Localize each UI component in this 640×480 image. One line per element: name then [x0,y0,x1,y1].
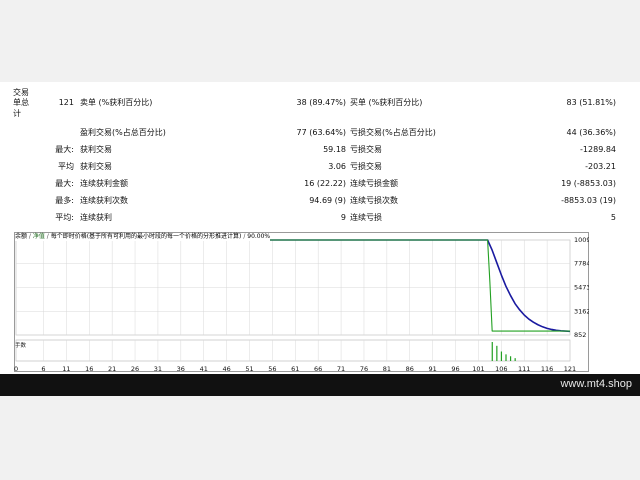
balance-equity-chart: 1009477845473316285206111621263136414651… [14,232,589,372]
value-max-consec-losses: -8853.03 (19) [561,196,616,205]
x-tick-label: 66 [314,365,322,372]
label-largest-profit: 获利交易 [80,145,112,154]
value-largest-profit: 59.18 [323,145,346,154]
label-long-trades: 买单 (%获利百分比) [350,98,423,107]
value-average-profit: 3.06 [328,162,346,171]
x-tick-label: 111 [518,365,530,372]
x-tick-label: 116 [541,365,553,372]
x-tick-label: 31 [154,365,162,372]
x-tick-label: 56 [268,365,276,372]
volume-bar [496,345,498,361]
label-loss-trades: 亏损交易(%占总百分比) [350,128,436,137]
x-tick-label: 86 [406,365,414,372]
y-tick-label: 7784 [574,260,589,268]
volume-bar [505,354,507,361]
label-max-consec-wins: 连续获利次数 [80,196,128,205]
value-max-consec-loss: 19 (-8853.03) [561,179,616,188]
x-tick-label: 96 [451,365,459,372]
label-max-consec-profit: 连续获利金额 [80,179,128,188]
x-tick-label: 21 [108,365,116,372]
x-tick-label: 11 [62,365,70,372]
volume-label: 手数 [15,343,27,349]
label-largest-loss: 亏损交易 [350,145,382,154]
label-trades-line3: 计 [13,109,21,118]
label-average: 平均 [58,162,74,171]
legend-equity: 净值 [32,233,45,240]
top-background [0,0,640,82]
y-tick-label: 3162 [574,307,589,315]
value-max-consec-wins: 94.69 (9) [309,196,346,205]
value-avg-consec-wins: 9 [340,213,346,222]
x-tick-label: 121 [564,365,576,372]
label-trades-line1: 交易 [13,88,29,97]
label-max-consec-losses: 连续亏损次数 [350,196,398,205]
legend-model: 每个即时价格(基于所有可利用的最小时段的每一个价格的分形推进计算) [50,233,242,240]
label-maximum: 最大: [55,179,74,188]
volume-bar [514,358,516,361]
x-tick-label: 41 [200,365,208,372]
legend-balance: 余额 [15,233,28,240]
x-tick-label: 6 [41,365,45,372]
x-tick-label: 101 [472,365,484,372]
x-tick-label: 16 [85,365,93,372]
label-short-trades: 卖单 (%获利百分比) [80,98,153,107]
value-short-trades: 38 (89.47%) [296,98,346,107]
label-avg-consec-losses: 连续亏损 [350,213,382,222]
x-tick-label: 26 [131,365,139,372]
label-avg-consec-wins: 连续获利 [80,213,112,222]
label-average-profit: 获利交易 [80,162,112,171]
chart-border [14,232,589,372]
y-tick-label: 852 [574,331,586,339]
label-avg-consec: 平均: [55,213,74,222]
label-largest: 最大: [55,145,74,154]
value-profit-trades: 77 (63.64%) [296,128,346,137]
value-total-trades: 121 [58,98,74,107]
value-loss-trades: 44 (36.36%) [566,128,616,137]
chart-legend: 余额 / 净值 / 每个即时价格(基于所有可利用的最小时段的每一个价格的分形推进… [15,233,271,241]
volume-bar [491,342,493,361]
volume-bar [500,351,503,361]
watermark-bar: www.mt4.shop [0,374,640,396]
label-max-consec-loss: 连续亏损金额 [350,179,398,188]
value-max-consec-profit: 16 (22.22) [304,179,346,188]
x-tick-label: 36 [177,365,185,372]
label-average-loss: 亏损交易 [350,162,382,171]
x-tick-label: 0 [14,365,18,372]
label-trades-line2: 单总 [13,98,29,107]
watermark-text: www.mt4.shop [560,378,632,390]
x-tick-label: 81 [383,365,391,372]
value-average-loss: -203.21 [585,162,616,171]
bottom-background [0,396,640,480]
legend-quality: 90.00% [247,233,271,240]
value-avg-consec-losses: 5 [610,213,616,222]
x-tick-label: 46 [222,365,230,372]
label-profit-trades: 盈利交易(%占总百分比) [80,128,166,137]
volume-bar [509,356,512,361]
y-tick-label: 10094 [574,236,589,244]
trade-statistics-panel: 交易 单总 计 121 卖单 (%获利百分比) 38 (89.47%) 买单 (… [0,86,640,226]
x-tick-label: 51 [245,365,253,372]
y-tick-label: 5473 [574,284,589,292]
chart-canvas: 1009477845473316285206111621263136414651… [14,232,589,372]
value-long-trades: 83 (51.81%) [566,98,616,107]
x-tick-label: 71 [337,365,345,372]
x-tick-label: 106 [495,365,507,372]
x-tick-label: 61 [291,365,299,372]
value-largest-loss: -1289.84 [580,145,616,154]
label-most: 最多: [55,196,74,205]
x-tick-label: 76 [360,365,368,372]
x-tick-label: 91 [429,365,437,372]
